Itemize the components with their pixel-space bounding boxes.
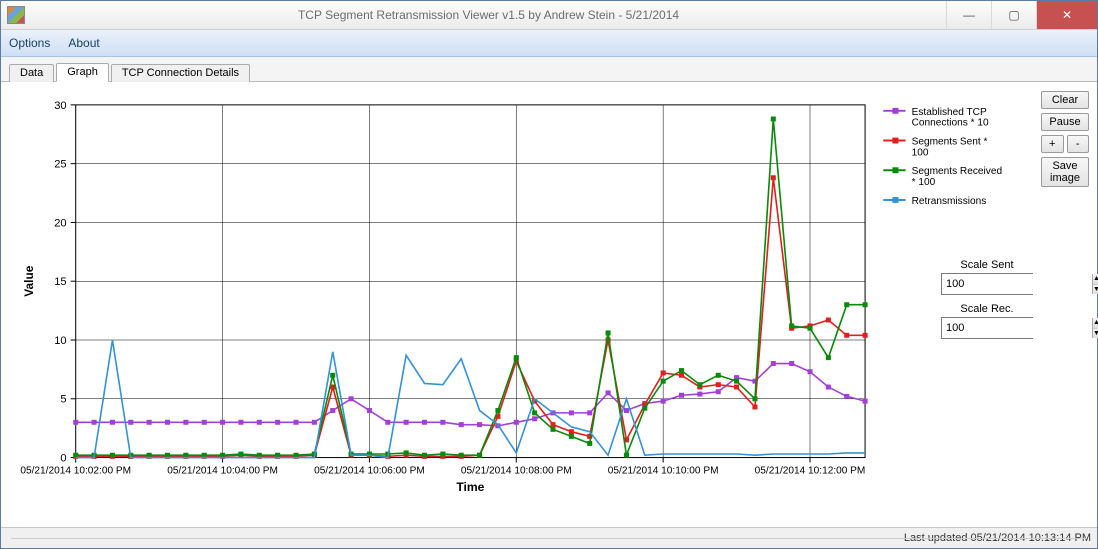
status-text: Last updated 05/21/2014 10:13:14 PM xyxy=(904,532,1091,544)
svg-text:05/21/2014 10:06:00 PM: 05/21/2014 10:06:00 PM xyxy=(314,465,425,476)
scale-sent-up[interactable]: ▲ xyxy=(1093,274,1098,285)
svg-text:05/21/2014 10:02:00 PM: 05/21/2014 10:02:00 PM xyxy=(20,465,131,476)
svg-text:5: 5 xyxy=(60,394,66,406)
scale-rec-up[interactable]: ▲ xyxy=(1093,318,1098,329)
app-icon xyxy=(7,6,25,24)
scale-rec-down[interactable]: ▼ xyxy=(1093,329,1098,339)
svg-text:15: 15 xyxy=(54,276,66,288)
menu-bar: Options About xyxy=(1,30,1097,57)
svg-text:Connections * 10: Connections * 10 xyxy=(912,118,989,129)
svg-text:Value: Value xyxy=(22,265,36,296)
svg-text:05/21/2014 10:10:00 PM: 05/21/2014 10:10:00 PM xyxy=(608,465,719,476)
client-area: Clear Pause + - Save image Scale Sent ▲▼… xyxy=(1,82,1097,527)
svg-text:* 100: * 100 xyxy=(912,177,936,188)
svg-text:Time: Time xyxy=(456,480,484,494)
tab-strip: Data Graph TCP Connection Details xyxy=(1,57,1097,82)
app-window: TCP Segment Retransmission Viewer v1.5 b… xyxy=(0,0,1098,549)
maximize-button[interactable]: ▢ xyxy=(991,1,1036,29)
pause-button[interactable]: Pause xyxy=(1041,113,1089,131)
clear-button[interactable]: Clear xyxy=(1041,91,1089,109)
svg-text:25: 25 xyxy=(54,159,66,171)
zoom-out-button[interactable]: - xyxy=(1067,135,1090,153)
svg-text:Segments Sent *: Segments Sent * xyxy=(912,137,988,148)
chart-area: 0 5 10 15 20 25 30 05/21/2014 10:02:00 PM 05/21/… xyxy=(15,91,1027,517)
zoom-in-button[interactable]: + xyxy=(1041,135,1064,153)
window-title: TCP Segment Retransmission Viewer v1.5 b… xyxy=(31,8,946,22)
svg-text:Retransmissions: Retransmissions xyxy=(912,196,987,207)
menu-options[interactable]: Options xyxy=(9,36,50,50)
scale-sent-down[interactable]: ▼ xyxy=(1093,285,1098,295)
svg-text:Segments Received: Segments Received xyxy=(912,166,1002,177)
svg-text:0: 0 xyxy=(60,453,66,465)
svg-text:05/21/2014 10:08:00 PM: 05/21/2014 10:08:00 PM xyxy=(461,465,572,476)
svg-text:05/21/2014 10:04:00 PM: 05/21/2014 10:04:00 PM xyxy=(167,465,278,476)
svg-text:Established TCP: Established TCP xyxy=(912,107,987,118)
tab-graph[interactable]: Graph xyxy=(56,63,109,82)
svg-text:20: 20 xyxy=(54,217,66,229)
close-button[interactable]: ✕ xyxy=(1036,1,1097,29)
status-bar: Last updated 05/21/2014 10:13:14 PM xyxy=(1,527,1097,548)
titlebar: TCP Segment Retransmission Viewer v1.5 b… xyxy=(1,1,1097,30)
chart-svg: 0 5 10 15 20 25 30 05/21/2014 10:02:00 PM 05/21/… xyxy=(15,91,1027,517)
minimize-button[interactable]: — xyxy=(946,1,991,29)
svg-text:10: 10 xyxy=(54,335,66,347)
svg-text:100: 100 xyxy=(912,147,929,158)
menu-about[interactable]: About xyxy=(68,36,99,50)
control-column: Clear Pause + - Save image xyxy=(1041,91,1089,187)
window-controls: — ▢ ✕ xyxy=(946,1,1097,29)
save-image-button[interactable]: Save image xyxy=(1041,157,1089,187)
tab-details[interactable]: TCP Connection Details xyxy=(111,64,250,82)
svg-text:05/21/2014 10:12:00 PM: 05/21/2014 10:12:00 PM xyxy=(755,465,866,476)
tab-data[interactable]: Data xyxy=(9,64,54,82)
svg-text:30: 30 xyxy=(54,100,66,112)
